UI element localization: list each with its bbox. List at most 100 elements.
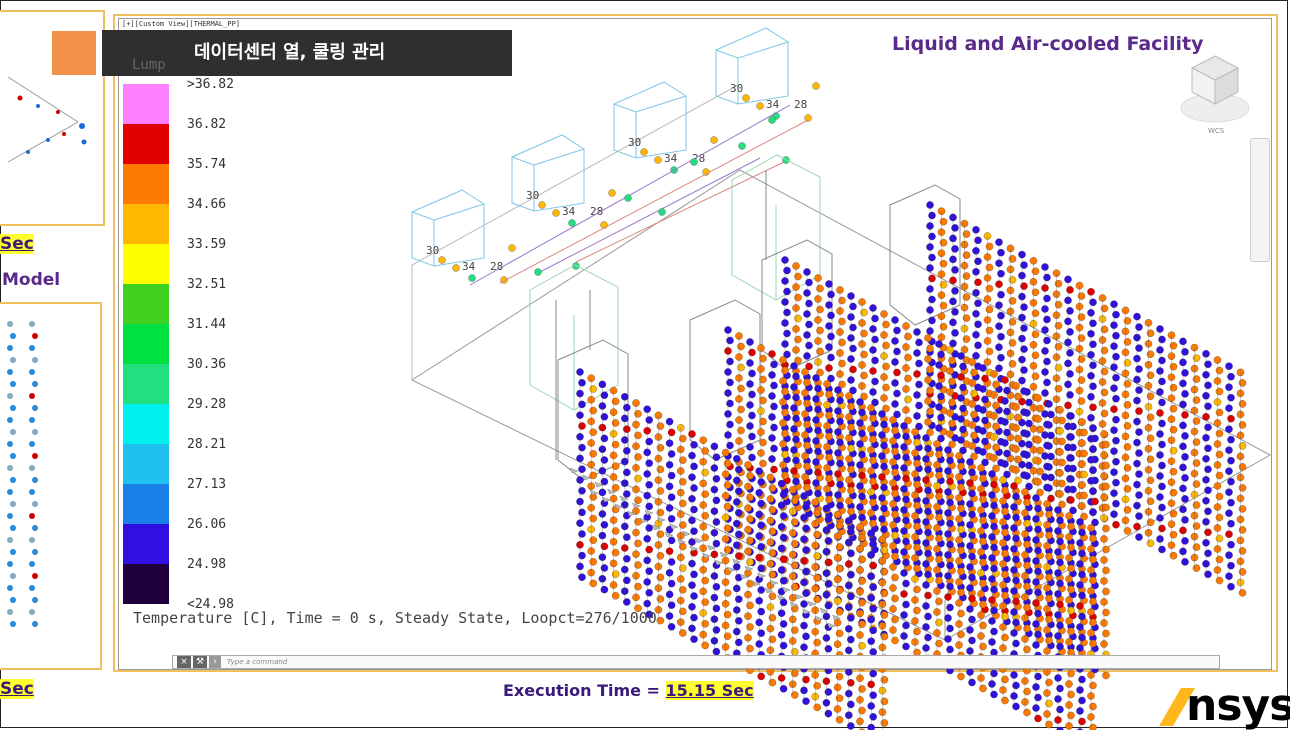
viewcube-icon[interactable] xyxy=(1180,46,1250,136)
legend-swatch xyxy=(123,444,169,484)
rack-node xyxy=(1146,392,1155,401)
rack-node xyxy=(813,703,821,712)
rack-node xyxy=(1100,325,1109,334)
rack-node xyxy=(1045,594,1053,603)
rack-node xyxy=(1215,366,1224,375)
pipe-node xyxy=(468,274,476,282)
rack-node xyxy=(959,404,967,413)
rack-node xyxy=(1078,591,1086,600)
rack-node xyxy=(1227,414,1235,423)
rack-node xyxy=(981,395,989,404)
rack-node xyxy=(803,378,811,387)
rack-node xyxy=(600,477,609,486)
rack-node xyxy=(1036,425,1044,434)
pipe-node xyxy=(438,256,446,264)
rack-node xyxy=(623,425,631,433)
rack-node xyxy=(1089,576,1097,585)
rack-node xyxy=(939,217,948,226)
rack-node xyxy=(893,347,901,356)
command-customize-button[interactable]: ⚒ xyxy=(193,656,207,668)
rack-node xyxy=(1135,470,1143,478)
wcs-label[interactable]: WCS xyxy=(1208,127,1224,135)
rack-node xyxy=(656,552,665,560)
rack-node xyxy=(656,530,665,538)
rack-node xyxy=(824,515,833,523)
command-history-button[interactable]: › xyxy=(209,656,221,668)
rack-node xyxy=(578,530,586,538)
navigation-bar[interactable] xyxy=(1250,138,1270,262)
pipe-label: 34 xyxy=(562,205,576,218)
rack-node xyxy=(946,540,954,549)
rack-node xyxy=(1077,334,1086,342)
rack-node xyxy=(990,627,998,636)
rack-node xyxy=(1181,495,1189,503)
rack-node xyxy=(1112,478,1120,487)
rack-node xyxy=(781,387,789,396)
rack-node xyxy=(791,691,799,699)
rack-node xyxy=(645,524,653,532)
rack-node xyxy=(1135,365,1143,373)
rack-node xyxy=(1034,693,1042,702)
rack-node xyxy=(1238,547,1247,555)
rack-node xyxy=(735,509,743,517)
rack-node xyxy=(937,413,945,422)
rack-node xyxy=(623,576,631,585)
rack-node xyxy=(1034,504,1042,513)
rack-node xyxy=(1123,359,1132,367)
rack-node xyxy=(1238,505,1247,513)
rack-node xyxy=(726,420,734,429)
rack-node xyxy=(835,543,844,551)
rack-node xyxy=(985,326,994,335)
rack-node xyxy=(1112,415,1120,424)
rack-node xyxy=(1067,522,1075,531)
rack-node xyxy=(1158,545,1166,554)
rack-node xyxy=(847,635,855,644)
rack-node xyxy=(1238,379,1247,387)
pipe-node xyxy=(658,208,666,216)
rack-node xyxy=(904,395,912,404)
rack-node xyxy=(915,359,923,368)
rack-node xyxy=(847,423,855,432)
rack-node xyxy=(997,353,1005,362)
rack-node xyxy=(1204,507,1212,516)
command-input[interactable]: Type a command xyxy=(227,656,287,668)
rack-node xyxy=(891,594,899,603)
legend-swatch xyxy=(123,284,169,324)
rack-node xyxy=(1181,558,1189,566)
rack-node xyxy=(813,682,821,690)
rack-node xyxy=(1012,618,1020,627)
rack-node xyxy=(781,408,789,417)
pipe-node xyxy=(568,219,576,227)
rack-node xyxy=(827,353,835,362)
rack-node xyxy=(1181,516,1189,524)
rack-node xyxy=(1192,501,1201,509)
rack-node xyxy=(913,606,921,615)
rack-node xyxy=(1100,409,1109,418)
rack-node xyxy=(690,462,698,471)
rack-node xyxy=(1008,339,1017,347)
rack-node xyxy=(814,384,822,393)
rack-node xyxy=(1054,384,1063,393)
rack-node xyxy=(1045,552,1053,561)
rack-node xyxy=(1020,324,1028,332)
pipe-node xyxy=(756,102,764,110)
legend-swatch xyxy=(123,564,169,604)
rack-node xyxy=(902,474,910,483)
rack-node xyxy=(690,635,698,643)
rack-node xyxy=(939,280,948,289)
rack-node xyxy=(924,570,932,579)
command-close-button[interactable]: × xyxy=(177,656,191,668)
rack-node xyxy=(1158,377,1166,386)
rack-node xyxy=(757,586,765,594)
legend-swatch xyxy=(123,164,169,204)
rack-node xyxy=(1146,518,1155,527)
rack-node xyxy=(1204,549,1212,558)
rack-node xyxy=(656,595,665,603)
rack-node xyxy=(1089,639,1097,648)
rack-node xyxy=(924,486,932,495)
rack-node xyxy=(1146,413,1155,422)
rack-node xyxy=(803,483,811,492)
rack-node xyxy=(997,332,1005,341)
rack-node xyxy=(825,474,833,483)
rack-node xyxy=(1001,528,1009,537)
